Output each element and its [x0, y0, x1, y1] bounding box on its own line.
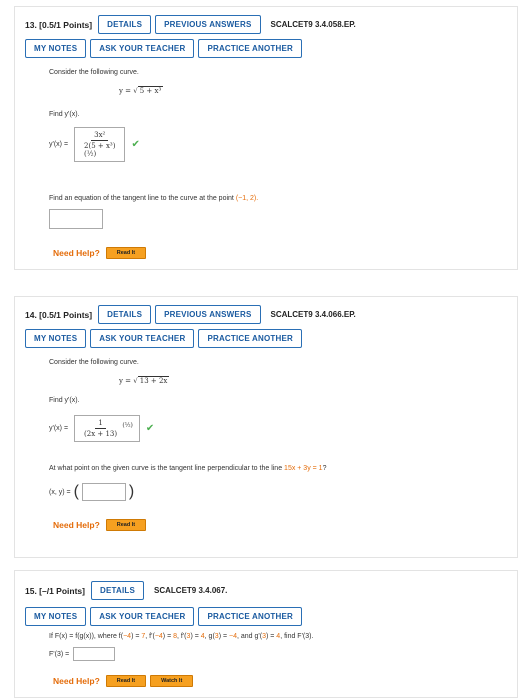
q14-details-button[interactable]: DETAILS — [98, 305, 152, 324]
q14-curve-lhs: y = √ — [119, 377, 138, 385]
q14-practice-another-button[interactable]: PRACTICE ANOTHER — [198, 329, 303, 348]
q13-header-row2: MY NOTES ASK YOUR TEACHER PRACTICE ANOTH… — [25, 39, 306, 58]
q14-answer-box[interactable]: 1 (2x + 13) (½) — [74, 415, 140, 442]
q14-line: 15x + 3y = 1 — [284, 465, 323, 472]
q14-curve-radicand: 13 + 2x — [137, 376, 170, 385]
q14-answer-row: y'(x) = 1 (2x + 13) (½) ✔ — [49, 415, 154, 442]
q14-header-row2: MY NOTES ASK YOUR TEACHER PRACTICE ANOTH… — [25, 329, 306, 348]
q14-curve: y = √ 13 + 2x — [119, 376, 170, 385]
q14-intro: Consider the following curve. — [49, 359, 139, 366]
q14-code: SCALCET9 3.4.066.EP. — [270, 310, 356, 319]
q13-answer-row: y'(x) = 3x² 2(5 + x³) (½) ✔ — [49, 127, 140, 162]
q15-need-help-label: Need Help? — [53, 676, 100, 686]
q15-watch-it-button[interactable]: Watch It — [150, 675, 194, 687]
question-14-panel: 14. [0.5/1 Points] DETAILS PREVIOUS ANSW… — [14, 296, 518, 558]
q15-read-it-button[interactable]: Read It — [105, 675, 147, 687]
q14-answer-numerator: 1 — [95, 419, 106, 429]
q15-my-notes-button[interactable]: MY NOTES — [25, 607, 87, 626]
q13-read-it-button[interactable]: Read It — [105, 247, 147, 259]
q15-ask-teacher-button[interactable]: ASK YOUR TEACHER — [90, 607, 195, 626]
q13-find: Find y'(x). — [49, 111, 80, 118]
q15-prompt: If F(x) = f(g(x)), where f(−4) = 7, f'(−… — [49, 633, 314, 640]
q15-answer-row: F'(3) = — [49, 647, 116, 661]
q15-code: SCALCET9 3.4.067. — [154, 586, 228, 595]
q13-answer-exponent: (½) — [84, 150, 97, 158]
q13-curve-lhs: y = √ — [119, 87, 138, 95]
q15-number: 15. [–/1 Points] — [25, 585, 85, 596]
q14-previous-answers-button[interactable]: PREVIOUS ANSWERS — [155, 305, 261, 324]
q15-need-help: Need Help? Read It Watch It — [53, 675, 194, 687]
q14-xy-input[interactable] — [81, 483, 126, 501]
q14-xy-label: (x, y) = — [49, 488, 71, 496]
q15-practice-another-button[interactable]: PRACTICE ANOTHER — [198, 607, 303, 626]
question-15-panel: 15. [–/1 Points] DETAILS SCALCET9 3.4.06… — [14, 570, 518, 698]
q13-curve-radicand: 5 + x³ — [137, 86, 164, 95]
q13-ask-teacher-button[interactable]: ASK YOUR TEACHER — [90, 39, 195, 58]
q14-perp-prompt: At what point on the given curve is the … — [49, 465, 327, 472]
q14-answer-denominator: (2x + 13) — [84, 430, 118, 438]
q13-number: 13. [0.5/1 Points] — [25, 19, 93, 30]
q13-point: (−1, 2). — [235, 195, 259, 202]
check-icon: ✔ — [145, 423, 155, 434]
q13-answer-numerator: 3x² — [91, 131, 109, 141]
q15-answer-label: F'(3) = — [49, 650, 70, 658]
q13-details-button[interactable]: DETAILS — [98, 15, 152, 34]
q15-details-button[interactable]: DETAILS — [91, 581, 145, 600]
q14-need-help-label: Need Help? — [53, 520, 100, 530]
q14-header-row1: 14. [0.5/1 Points] DETAILS PREVIOUS ANSW… — [25, 305, 356, 324]
left-paren: ( — [73, 483, 79, 500]
q14-answer-label: y'(x) = — [49, 425, 69, 432]
q15-header-row2: MY NOTES ASK YOUR TEACHER PRACTICE ANOTH… — [25, 607, 306, 626]
q13-my-notes-button[interactable]: MY NOTES — [25, 39, 87, 58]
check-icon: ✔ — [131, 139, 140, 150]
q13-answer-denominator: 2(5 + x³) (½) — [84, 142, 116, 158]
q13-answer-label: y'(x) = — [49, 141, 69, 148]
q13-tangent-input[interactable] — [49, 209, 103, 229]
question-13-panel: 13. [0.5/1 Points] DETAILS PREVIOUS ANSW… — [14, 6, 518, 270]
q13-curve: y = √ 5 + x³ — [119, 86, 164, 95]
q15-header-row1: 15. [–/1 Points] DETAILS SCALCET9 3.4.06… — [25, 581, 227, 600]
q15-answer-input[interactable] — [73, 647, 116, 661]
right-paren: ) — [128, 483, 135, 500]
q14-need-help: Need Help? Read It — [53, 519, 147, 531]
q14-my-notes-button[interactable]: MY NOTES — [25, 329, 87, 348]
q14-find: Find y'(x). — [49, 397, 80, 404]
q13-tangent-prompt: Find an equation of the tangent line to … — [49, 195, 259, 202]
q13-answer-box[interactable]: 3x² 2(5 + x³) (½) — [74, 127, 126, 162]
q13-practice-another-button[interactable]: PRACTICE ANOTHER — [198, 39, 303, 58]
q13-previous-answers-button[interactable]: PREVIOUS ANSWERS — [155, 15, 261, 34]
q13-header-row1: 13. [0.5/1 Points] DETAILS PREVIOUS ANSW… — [25, 15, 356, 34]
q14-read-it-button[interactable]: Read It — [105, 519, 147, 531]
q14-number: 14. [0.5/1 Points] — [25, 309, 93, 320]
q13-code: SCALCET9 3.4.058.EP. — [270, 20, 356, 29]
q14-xy-row: (x, y) = ( ) — [49, 483, 134, 501]
q14-answer-exponent: (½) — [122, 422, 133, 430]
q14-ask-teacher-button[interactable]: ASK YOUR TEACHER — [90, 329, 195, 348]
q13-need-help: Need Help? Read It — [53, 247, 147, 259]
q13-intro: Consider the following curve. — [49, 69, 139, 76]
q13-need-help-label: Need Help? — [53, 248, 100, 258]
